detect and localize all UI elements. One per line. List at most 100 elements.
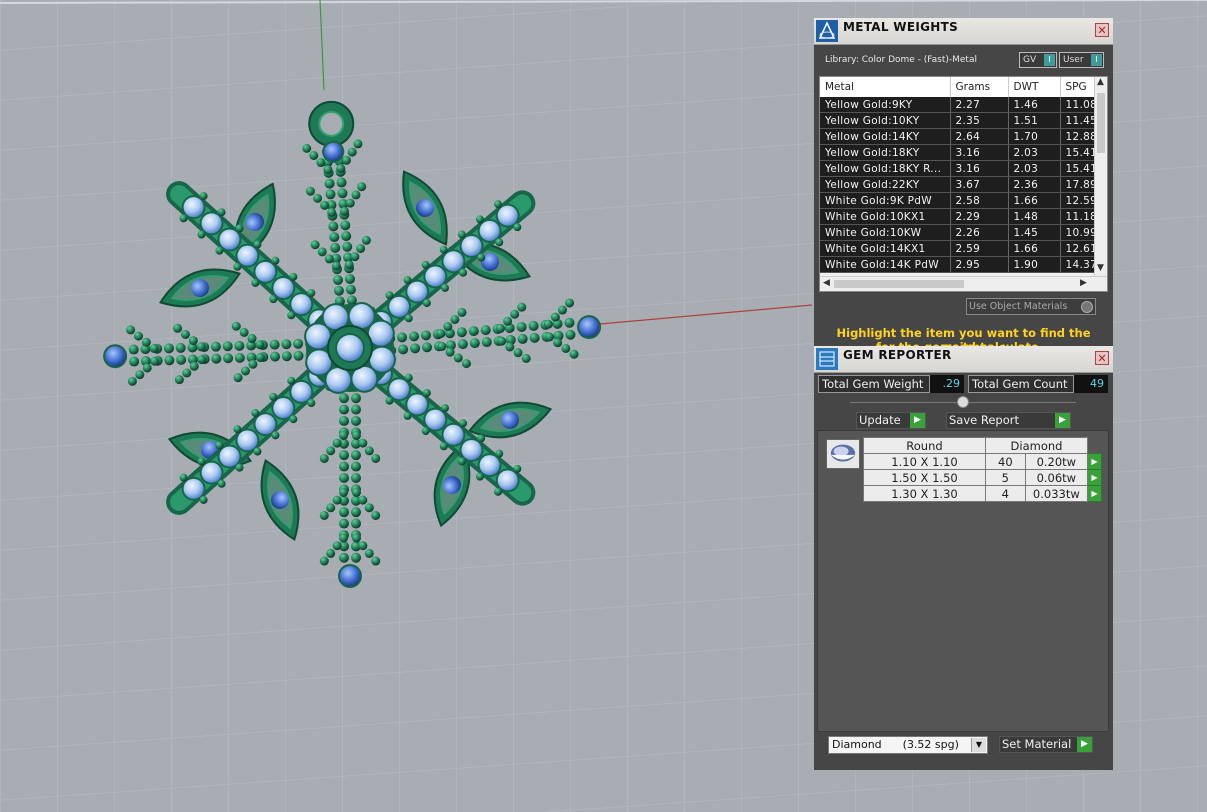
- dwt-cell: 1.66: [1008, 192, 1061, 209]
- dwt-cell: 1.48: [1008, 208, 1061, 225]
- grams-cell: 2.95: [950, 256, 1009, 273]
- metal-weights-panel: METAL WEIGHTS ✕ Library: Color Dome - (F…: [814, 18, 1113, 354]
- material-select[interactable]: Diamond (3.52 spg) ▼: [828, 736, 988, 754]
- dwt-cell: 2.36: [1008, 176, 1061, 193]
- toggle-knob-icon: I: [1091, 54, 1102, 66]
- play-arrow-icon: ▶: [1077, 737, 1092, 752]
- grams-cell: 2.64: [950, 128, 1009, 145]
- spg-cell: 15.41: [1060, 144, 1095, 161]
- use-object-materials-label: Use Object Materials: [969, 301, 1068, 312]
- gem-reporter-titlebar[interactable]: GEM REPORTER ✕: [814, 346, 1113, 373]
- table-row[interactable]: White Gold:14KX1 2.59 1.66 12.61: [820, 240, 1095, 257]
- grams-cell: 2.29: [950, 208, 1009, 225]
- spg-cell: 15.41: [1060, 160, 1095, 177]
- grams-cell: 2.58: [950, 192, 1009, 209]
- user-toggle[interactable]: User I: [1059, 52, 1104, 68]
- gem-size-cell: 1.30 X 1.30: [863, 485, 986, 502]
- metal-name-cell: Yellow Gold:18KY R...: [820, 160, 951, 177]
- gem-row[interactable]: 1.30 X 1.30 4 0.033tw ▶: [863, 485, 1102, 502]
- gem-count-cell: 5: [985, 469, 1026, 486]
- table-row[interactable]: White Gold:9K PdW 2.58 1.66 12.59: [820, 192, 1095, 209]
- column-header-grams[interactable]: Grams: [950, 77, 1009, 97]
- gv-label: GV: [1023, 55, 1037, 65]
- play-arrow-icon[interactable]: ▶: [1087, 485, 1102, 502]
- play-arrow-icon: ▶: [1055, 413, 1070, 428]
- close-icon[interactable]: ✕: [1095, 351, 1109, 365]
- gv-toggle[interactable]: GV I: [1019, 52, 1057, 68]
- grams-cell: 3.16: [950, 160, 1009, 177]
- metal-name-cell: White Gold:10KW: [820, 224, 951, 241]
- table-row[interactable]: Yellow Gold:22KY 3.67 2.36 17.89: [820, 176, 1095, 193]
- scroll-thumb[interactable]: [1097, 93, 1105, 153]
- gem-row[interactable]: 1.50 X 1.50 5 0.06tw ▶: [863, 469, 1102, 486]
- use-object-materials-toggle[interactable]: Use Object Materials: [966, 298, 1096, 315]
- table-row[interactable]: Yellow Gold:18KY R... 3.16 2.03 15.41: [820, 160, 1095, 177]
- grams-cell: 2.59: [950, 240, 1009, 257]
- grams-cell: 2.35: [950, 112, 1009, 129]
- column-header-spg[interactable]: SPG: [1060, 77, 1095, 97]
- update-button[interactable]: Update ▶: [856, 412, 926, 429]
- metal-name-cell: White Gold:10KX1: [820, 208, 951, 225]
- metal-weights-title: METAL WEIGHTS: [843, 20, 959, 34]
- user-label: User: [1063, 55, 1084, 65]
- gem-count-cell: 4: [985, 485, 1026, 502]
- metal-name-cell: White Gold:9K PdW: [820, 192, 951, 209]
- dwt-cell: 2.03: [1008, 144, 1061, 161]
- scroll-up-icon[interactable]: ▲: [1097, 77, 1104, 87]
- table-row[interactable]: White Gold:10KX1 2.29 1.48 11.18: [820, 208, 1095, 225]
- grams-cell: 2.26: [950, 224, 1009, 241]
- collapse-handle[interactable]: [957, 396, 969, 408]
- radio-icon: [1081, 301, 1093, 313]
- gem-table: Round Diamond 1.10 X 1.10 40 0.20tw ▶ 1.50 X…: [863, 437, 1102, 502]
- save-report-button[interactable]: Save Report ▶: [946, 412, 1071, 429]
- set-material-label: Set Material: [1002, 737, 1072, 751]
- metal-name-cell: Yellow Gold:9KY: [820, 97, 951, 113]
- table-row[interactable]: Yellow Gold:18KY 3.16 2.03 15.41: [820, 144, 1095, 161]
- total-gem-weight-label: Total Gem Weight: [818, 375, 930, 393]
- table-row[interactable]: Yellow Gold:10KY 2.35 1.51 11.45: [820, 112, 1095, 129]
- column-header-metal[interactable]: Metal: [820, 77, 951, 97]
- scroll-thumb[interactable]: [834, 280, 964, 288]
- table-row[interactable]: White Gold:10KW 2.26 1.45 10.99: [820, 224, 1095, 241]
- spg-cell: 12.59: [1060, 192, 1095, 209]
- play-arrow-icon: ▶: [910, 413, 925, 428]
- scroll-right-icon[interactable]: ▶: [1080, 278, 1087, 288]
- dwt-cell: 1.90: [1008, 256, 1061, 273]
- horizontal-scrollbar[interactable]: ◀ ▶: [820, 276, 1107, 291]
- column-header-dwt[interactable]: DWT: [1008, 77, 1061, 97]
- material-header: Diamond: [985, 437, 1088, 454]
- vertical-scrollbar[interactable]: ▲ ▼: [1094, 77, 1107, 277]
- update-label: Update: [859, 413, 901, 427]
- table-row[interactable]: White Gold:14K PdW 2.95 1.90 14.37: [820, 256, 1095, 273]
- gem-row[interactable]: 1.10 X 1.10 40 0.20tw ▶: [863, 453, 1102, 470]
- metal-name-cell: Yellow Gold:14KY: [820, 128, 951, 145]
- spg-cell: 10.99: [1060, 224, 1095, 241]
- close-icon[interactable]: ✕: [1095, 23, 1109, 37]
- metal-name-cell: Yellow Gold:10KY: [820, 112, 951, 129]
- play-arrow-icon[interactable]: ▶: [1087, 453, 1102, 470]
- chevron-down-icon[interactable]: ▼: [971, 738, 986, 752]
- gem-reporter-title: GEM REPORTER: [843, 348, 952, 362]
- gem-count-cell: 40: [985, 453, 1026, 470]
- dwt-cell: 1.66: [1008, 240, 1061, 257]
- library-label: Library: Color Dome - (Fast)-Metal: [825, 55, 977, 65]
- dwt-cell: 1.45: [1008, 224, 1061, 241]
- dwt-cell: 1.70: [1008, 128, 1061, 145]
- grams-cell: 2.27: [950, 97, 1009, 113]
- gem-reporter-panel: GEM REPORTER ✕ Total Gem Weight .29 Tota…: [814, 346, 1113, 770]
- metal-weights-titlebar[interactable]: METAL WEIGHTS ✕: [814, 18, 1113, 45]
- dwt-cell: 2.03: [1008, 160, 1061, 177]
- set-material-button[interactable]: Set Material ▶: [999, 736, 1093, 753]
- metal-name-cell: Yellow Gold:22KY: [820, 176, 951, 193]
- metal-weights-table[interactable]: Metal Grams DWT SPG Yellow Gold:9KY 2.27 1…: [819, 76, 1108, 292]
- metal-weights-icon: [816, 20, 838, 42]
- metal-name-cell: Yellow Gold:18KY: [820, 144, 951, 161]
- table-row[interactable]: Yellow Gold:9KY 2.27 1.46 11.08: [820, 97, 1095, 113]
- total-gem-count-value: 49: [1074, 375, 1108, 393]
- table-row[interactable]: Yellow Gold:14KY 2.64 1.70 12.88: [820, 128, 1095, 145]
- scroll-down-icon[interactable]: ▼: [1097, 263, 1104, 273]
- round-diamond-thumbnail-icon[interactable]: [826, 439, 860, 469]
- dwt-cell: 1.46: [1008, 97, 1061, 113]
- play-arrow-icon[interactable]: ▶: [1087, 469, 1102, 486]
- scroll-left-icon[interactable]: ◀: [823, 278, 830, 288]
